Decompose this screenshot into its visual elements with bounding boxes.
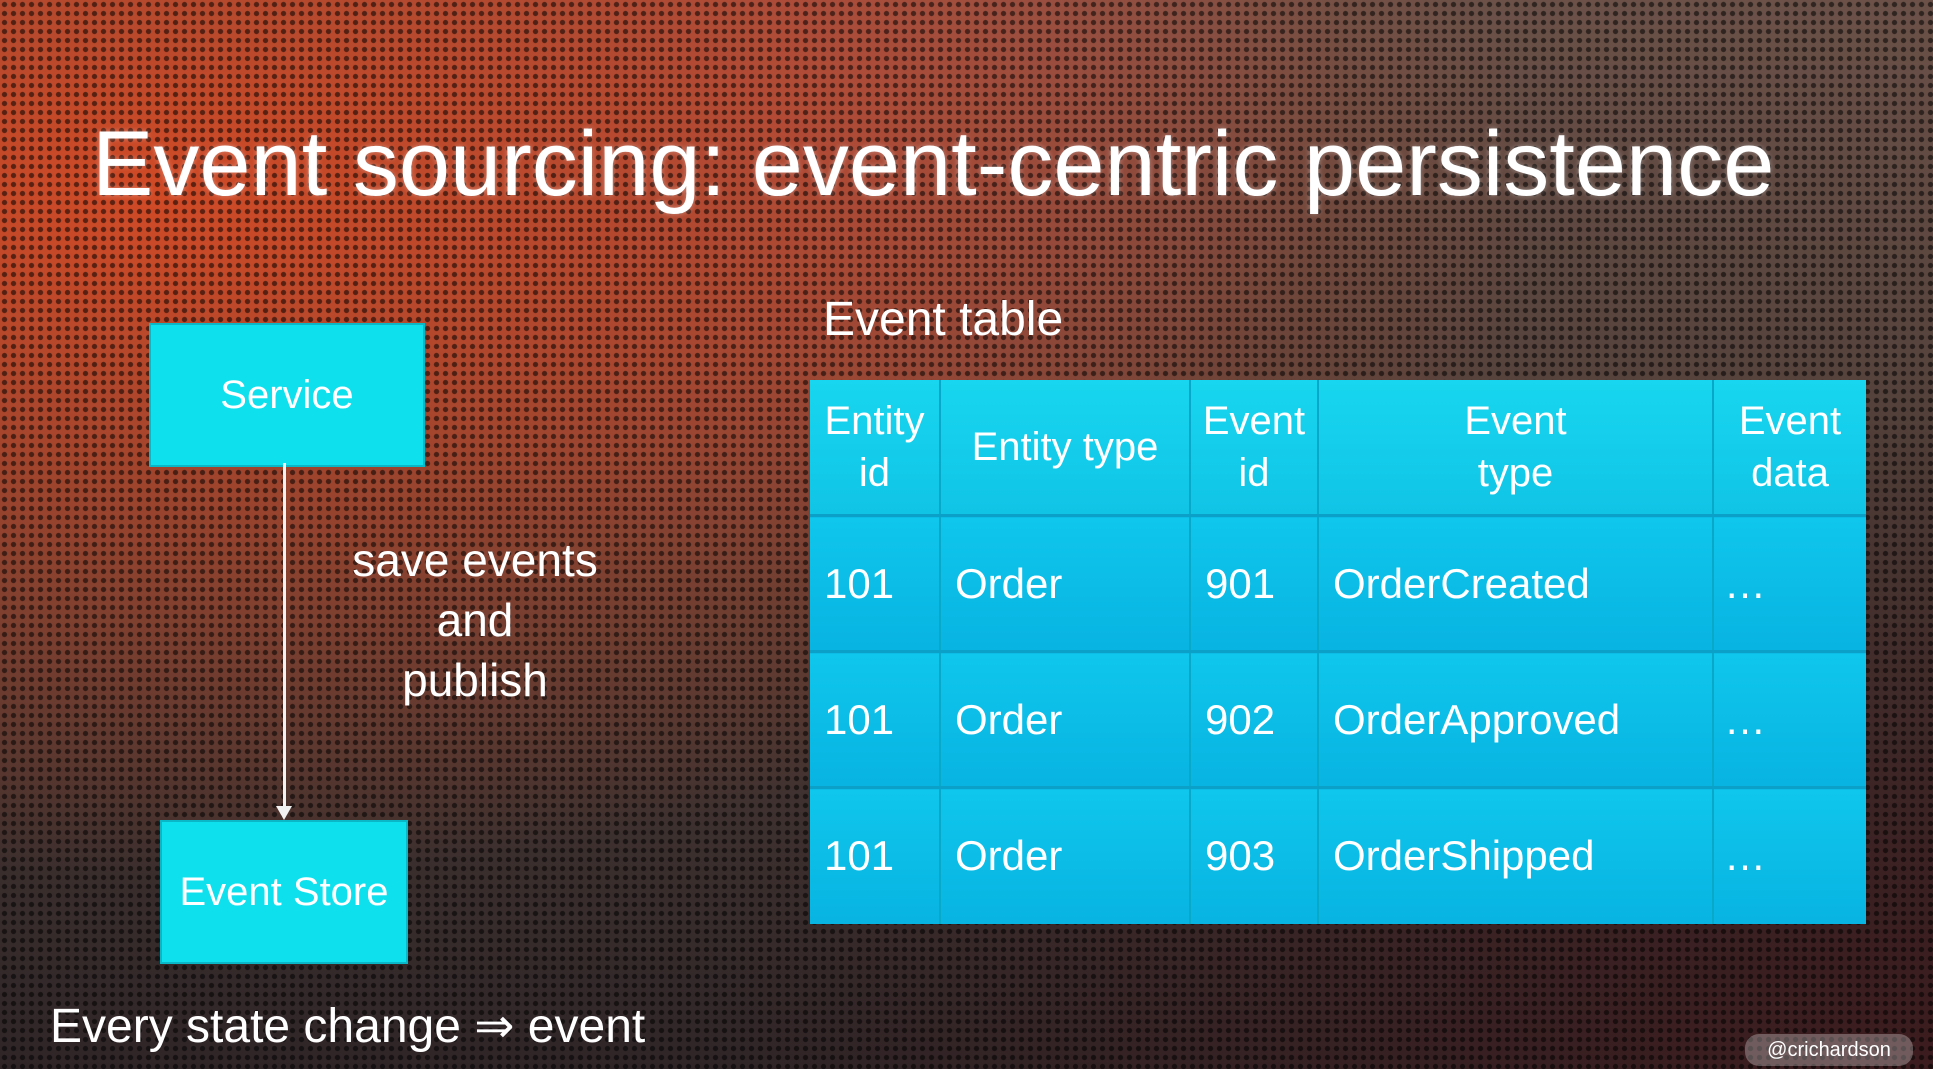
header-event-type: Event type xyxy=(1317,380,1713,516)
table-row: 101 Order 902 OrderApproved … xyxy=(810,650,1866,788)
edge-label: save events and publish xyxy=(330,530,620,710)
cell-entity-id: 101 xyxy=(810,786,940,924)
cell-event-type: OrderApproved xyxy=(1317,650,1713,788)
cell-entity-id: 101 xyxy=(810,514,940,652)
cell-entity-type: Order xyxy=(939,650,1190,788)
slide-title: Event sourcing: event-centric persistenc… xyxy=(92,113,1775,215)
event-store-node: Event Store xyxy=(160,820,408,964)
author-handle: @crichardson xyxy=(1767,1038,1891,1061)
cell-entity-type: Order xyxy=(939,786,1190,924)
cell-entity-id: 101 xyxy=(810,650,940,788)
edge-label-line: save events xyxy=(352,534,598,586)
cell-event-type: OrderShipped xyxy=(1317,786,1713,924)
service-node: Service xyxy=(149,323,425,467)
event-table: Entity id Entity type Event id Event typ… xyxy=(810,380,1866,924)
table-row: 101 Order 901 OrderCreated … xyxy=(810,514,1866,652)
service-node-label: Service xyxy=(220,372,354,417)
edge-label-line: publish xyxy=(402,654,548,706)
header-event-id: Event id xyxy=(1189,380,1318,516)
cell-event-data: … xyxy=(1712,650,1866,788)
cell-event-id: 901 xyxy=(1189,514,1318,652)
table-row: 101 Order 903 OrderShipped … xyxy=(810,786,1866,924)
edge-label-line: and xyxy=(436,594,514,646)
header-entity-type: Entity type xyxy=(939,380,1190,516)
event-table-caption: Event table xyxy=(823,293,1064,346)
save-events-edge xyxy=(283,463,286,808)
cell-event-type: OrderCreated xyxy=(1317,514,1713,652)
cell-event-id: 903 xyxy=(1189,786,1318,924)
cell-entity-type: Order xyxy=(939,514,1190,652)
slide-footer: Every state change ⇒ event xyxy=(50,1000,646,1053)
table-header-row: Entity id Entity type Event id Event typ… xyxy=(810,380,1866,516)
cell-event-data: … xyxy=(1712,786,1866,924)
cell-event-id: 902 xyxy=(1189,650,1318,788)
header-entity-id: Entity id xyxy=(810,380,940,516)
edge-arrowhead-icon xyxy=(276,806,292,820)
event-store-node-label: Event Store xyxy=(179,869,389,914)
cell-event-data: … xyxy=(1712,514,1866,652)
author-handle-badge: @crichardson xyxy=(1745,1034,1913,1066)
header-event-data: Event data xyxy=(1712,380,1866,516)
